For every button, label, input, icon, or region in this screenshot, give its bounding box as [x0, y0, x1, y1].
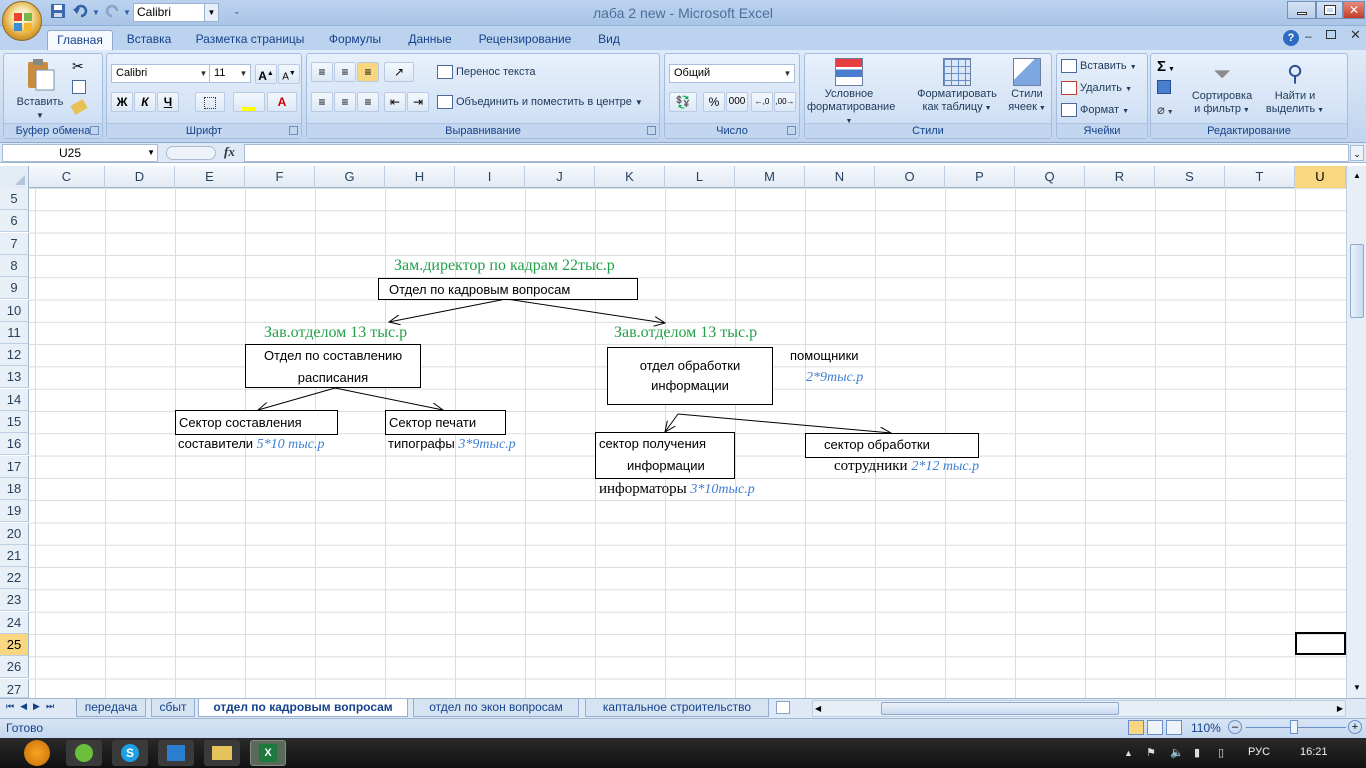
helpers-salary[interactable]: 2*9тыс.р [806, 370, 863, 386]
zoom-level[interactable]: 110% [1191, 721, 1221, 735]
vertical-scrollbar[interactable]: ▲ ▼ [1346, 166, 1366, 698]
vertical-scroll-thumb[interactable] [1350, 244, 1364, 318]
scroll-down-icon[interactable]: ▼ [1349, 680, 1365, 696]
tray-expand-icon[interactable]: ▲ [1124, 748, 1133, 758]
office-button[interactable] [2, 1, 42, 41]
staff-text[interactable]: сотрудники 2*12 тыс.р [834, 458, 979, 475]
connector-arrow [677, 413, 891, 433]
director-title[interactable]: Зам.директор по кадрам 22тыс.р [394, 257, 615, 275]
sector-compose-box[interactable]: Сектор составления [175, 410, 338, 435]
sheet-tab-active[interactable]: отдел по кадровым вопросам [198, 699, 408, 717]
helpers-label[interactable]: помощники [790, 348, 859, 363]
head-left-title[interactable]: Зав.отделом 13 тыс.р [264, 324, 407, 342]
connector-arrow [505, 298, 665, 323]
office-logo-icon [14, 13, 32, 31]
horizontal-scrollbar[interactable]: ◀ ▶ [812, 700, 1346, 717]
staff-label: сотрудники [834, 458, 908, 474]
sector-print-label: Сектор печати [389, 415, 477, 430]
horizontal-scroll-thumb[interactable] [881, 702, 1119, 715]
tray-network-icon[interactable]: ▮ [1194, 746, 1200, 759]
connector-arrow [389, 298, 507, 322]
info-department-line-1: отдел обработки [639, 358, 741, 373]
printers-text[interactable]: типографы 3*9тыс.р [388, 436, 516, 453]
taskbar-app-icon[interactable] [158, 740, 194, 766]
sheet-tab[interactable]: сбыт [151, 699, 195, 717]
sector-receive-box[interactable]: сектор получения информации [595, 432, 735, 479]
page-break-view-icon[interactable] [1166, 720, 1182, 735]
compilers-label: составители [178, 436, 254, 451]
printers-salary: 3*9тыс.р [458, 437, 516, 452]
taskbar-app-skype-icon[interactable]: S [112, 740, 148, 766]
close-button[interactable]: ✕ [1343, 1, 1365, 19]
zoom-in-icon[interactable]: + [1348, 720, 1362, 734]
scroll-up-icon[interactable]: ▲ [1349, 168, 1365, 184]
informers-label: информаторы [599, 481, 687, 497]
scroll-left-icon[interactable]: ◀ [815, 701, 821, 716]
sheet-navigation-icons[interactable]: ⏮◀▶⏭ [6, 701, 60, 712]
start-icon[interactable] [24, 740, 50, 766]
zoom-out-icon[interactable]: – [1228, 720, 1242, 734]
sector-receive-line-2: информации [627, 458, 705, 473]
tray-language[interactable]: РУС [1248, 746, 1270, 758]
tray-flag-icon[interactable]: ⚑ [1146, 746, 1156, 759]
compilers-text[interactable]: составители 5*10 тыс.р [178, 436, 324, 453]
taskbar-folder-icon[interactable] [204, 740, 240, 766]
connector-arrow [665, 413, 679, 432]
connector-arrow [258, 387, 336, 410]
tray-volume-icon[interactable]: 🔈 [1170, 746, 1184, 759]
head-right-title[interactable]: Зав.отделом 13 тыс.р [614, 324, 757, 342]
tray-clock[interactable]: 16:21 [1300, 746, 1328, 758]
sheet-tab[interactable]: передача [76, 699, 146, 717]
page-layout-view-icon[interactable] [1147, 720, 1163, 735]
sheet-tab[interactable]: каптальное строительство [585, 699, 769, 717]
workbook-close-icon[interactable]: ✕ [1350, 27, 1361, 43]
insert-sheet-icon[interactable] [776, 701, 790, 714]
status-ready: Готово [6, 721, 44, 735]
sector-compose-label: Сектор составления [179, 415, 302, 430]
sector-process-label: сектор обработки [824, 437, 930, 452]
info-department-line-2: информации [651, 378, 729, 393]
sheet-tab[interactable]: отдел по экон вопросам [413, 699, 579, 717]
scroll-right-icon[interactable]: ▶ [1337, 701, 1343, 716]
staff-salary: 2*12 тыс.р [911, 459, 980, 474]
zoom-slider-thumb[interactable] [1290, 720, 1298, 734]
tray-battery-icon[interactable]: ▯ [1218, 746, 1224, 759]
sector-process-box[interactable]: сектор обработки [805, 433, 979, 458]
connector-arrow [334, 387, 443, 410]
schedule-department-line-1: Отдел по составлению [263, 348, 403, 363]
schedule-department-box[interactable]: Отдел по составлению расписания [245, 344, 421, 388]
informers-salary: 3*10тыс.р [690, 482, 755, 497]
taskbar-excel-icon[interactable]: X [250, 740, 286, 766]
taskbar-app-torrent-icon[interactable] [66, 740, 102, 766]
informers-text[interactable]: информаторы 3*10тыс.р [599, 481, 755, 498]
info-department-box[interactable]: отдел обработки информации [607, 347, 773, 405]
printers-label: типографы [388, 436, 455, 451]
schedule-department-line-2: расписания [297, 370, 369, 385]
sector-receive-line-1: сектор получения [599, 436, 706, 451]
sector-print-box[interactable]: Сектор печати [385, 410, 506, 435]
normal-view-icon[interactable] [1128, 720, 1144, 735]
hr-department-label: Отдел по кадровым вопросам [389, 282, 571, 297]
expand-formula-bar-icon[interactable]: ⌄ [1350, 145, 1364, 161]
hr-department-box[interactable]: Отдел по кадровым вопросам [378, 278, 638, 300]
compilers-salary: 5*10 тыс.р [256, 437, 325, 452]
